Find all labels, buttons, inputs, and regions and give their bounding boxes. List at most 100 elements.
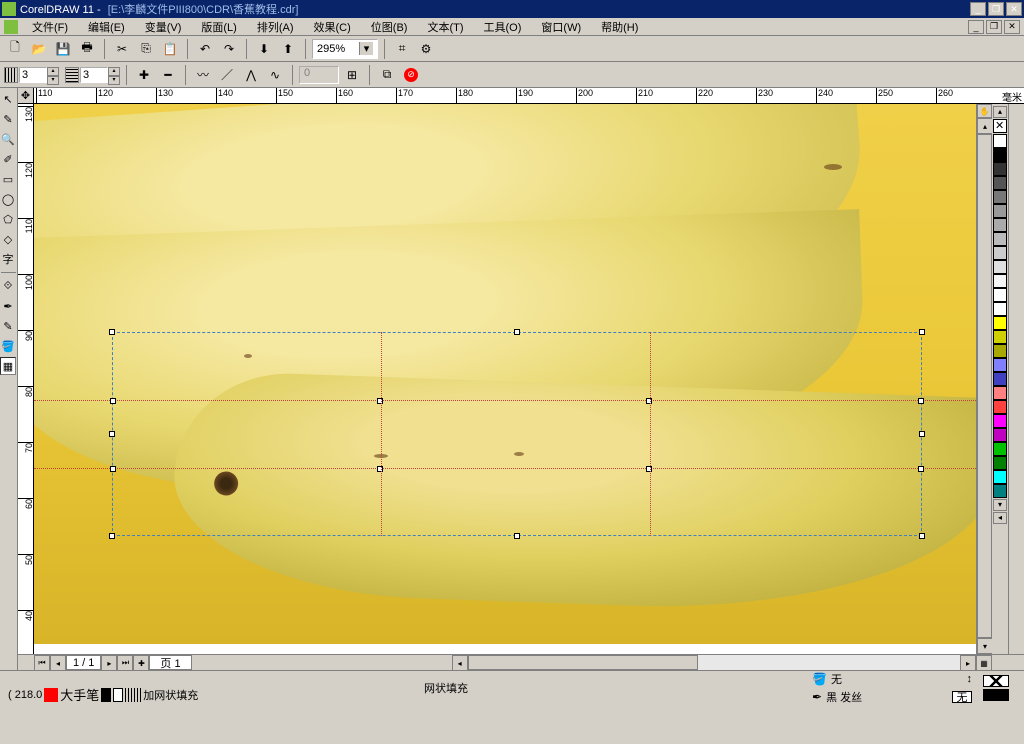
fill-swatch-none[interactable] (983, 675, 1009, 687)
swatch[interactable] (993, 344, 1007, 358)
scrollbar-vertical[interactable]: ✋ ▴ ▾ (976, 104, 992, 654)
doc-minimize-button[interactable]: _ (968, 20, 984, 34)
mesh-line[interactable] (381, 332, 382, 536)
line-button[interactable]: ／ (216, 64, 238, 86)
page-last-button[interactable]: ⏭ (117, 655, 133, 671)
mesh-line[interactable] (34, 400, 976, 401)
swatch[interactable] (993, 414, 1007, 428)
mesh-node[interactable] (646, 466, 652, 472)
mesh-node[interactable] (918, 398, 924, 404)
swatch[interactable] (993, 274, 1007, 288)
mesh-node[interactable] (918, 466, 924, 472)
swatch[interactable] (993, 246, 1007, 260)
selection-bounding-box[interactable] (112, 332, 922, 536)
menu-bitmap[interactable]: 位图(B) (361, 19, 418, 35)
add-node-button[interactable]: ✚ (133, 64, 155, 86)
swatch[interactable] (993, 470, 1007, 484)
menu-text[interactable]: 文本(T) (417, 19, 473, 35)
swatch[interactable] (993, 190, 1007, 204)
swatch[interactable] (993, 442, 1007, 456)
pick-tool[interactable]: ↖ (0, 90, 16, 108)
save-button[interactable]: 💾 (52, 38, 74, 60)
menu-edit[interactable]: 编辑(E) (78, 19, 135, 35)
swatch[interactable] (993, 134, 1007, 148)
grid-rows-spinbox[interactable]: ▴▾ (65, 67, 120, 83)
scroll-down-button[interactable]: ▾ (977, 638, 993, 654)
close-button[interactable]: ✕ (1006, 2, 1022, 16)
zoom-combobox[interactable]: 295%▾ (312, 39, 378, 59)
palette-down-button[interactable]: ▾ (993, 499, 1007, 511)
page-first-button[interactable]: ⏮ (34, 655, 50, 671)
ruler-origin[interactable]: ✥ (18, 88, 34, 103)
swatch[interactable] (993, 316, 1007, 330)
page-next-button[interactable]: ▸ (101, 655, 117, 671)
eyedropper-tool[interactable]: ✒ (0, 297, 16, 315)
menu-var[interactable]: 变量(V) (135, 19, 192, 35)
swatch[interactable] (993, 484, 1007, 498)
import-button[interactable]: ⬇ (253, 38, 275, 60)
menu-effect[interactable]: 效果(C) (304, 19, 361, 35)
cusp-button[interactable]: ⋀ (240, 64, 262, 86)
swatch[interactable] (993, 456, 1007, 470)
basic-shapes-tool[interactable]: ◇ (0, 230, 16, 248)
cut-button[interactable]: ✂ (111, 38, 133, 60)
swatch[interactable] (993, 330, 1007, 344)
paste-button[interactable]: 📋 (159, 38, 181, 60)
selection-handle[interactable] (514, 329, 520, 335)
apply-button[interactable]: ⊞ (341, 64, 363, 86)
export-button[interactable]: ⬆ (277, 38, 299, 60)
mesh-line[interactable] (650, 332, 651, 536)
scrollbar-horizontal[interactable] (468, 655, 960, 670)
print-button[interactable]: 🖶 (76, 38, 98, 60)
swatch[interactable] (993, 302, 1007, 316)
palette-flyout-button[interactable]: ◂ (993, 512, 1007, 524)
open-button[interactable]: 📂 (28, 38, 50, 60)
swatch-none[interactable] (993, 119, 1007, 133)
menu-window[interactable]: 窗口(W) (531, 19, 591, 35)
swatch[interactable] (993, 232, 1007, 246)
selection-handle[interactable] (919, 329, 925, 335)
mesh-node[interactable] (110, 466, 116, 472)
swatch[interactable] (993, 260, 1007, 274)
copy-button[interactable]: ⎘ (135, 38, 157, 60)
mesh-fill-tool[interactable]: ▦ (0, 357, 16, 375)
mesh-node[interactable] (110, 398, 116, 404)
menu-help[interactable]: 帮助(H) (591, 19, 648, 35)
ellipse-tool[interactable]: ◯ (0, 190, 16, 208)
new-button[interactable]: 🗋 (4, 38, 26, 60)
ruler-vertical[interactable]: 130120110100908070605040 (18, 104, 34, 654)
undo-button[interactable]: ↶ (194, 38, 216, 60)
minimize-button[interactable]: _ (970, 2, 986, 16)
fill-tool[interactable]: 🪣 (0, 337, 16, 355)
outline-tool[interactable]: ✎ (0, 317, 16, 335)
selection-handle[interactable] (919, 431, 925, 437)
selection-handle[interactable] (109, 533, 115, 539)
launch-button[interactable]: ⚙ (415, 38, 437, 60)
page-tab[interactable]: 页 1 (149, 655, 191, 670)
scroll-right-button[interactable]: ▸ (960, 655, 976, 671)
zoom-tool[interactable]: 🔍 (0, 130, 16, 148)
blend-tool[interactable]: ⟐ (0, 277, 16, 295)
swatch[interactable] (993, 372, 1007, 386)
delete-node-button[interactable]: ━ (157, 64, 179, 86)
freehand-tool[interactable]: ✐ (0, 150, 16, 168)
mesh-node[interactable] (646, 398, 652, 404)
clear-mesh-button[interactable]: ⊘ (400, 64, 422, 86)
polygon-tool[interactable]: ⬠ (0, 210, 16, 228)
shape-tool[interactable]: ✎ (0, 110, 16, 128)
ruler-horizontal[interactable]: ✥ 11012013014015016017018019020021022023… (18, 88, 1024, 104)
swatch[interactable] (993, 428, 1007, 442)
mesh-line[interactable] (34, 468, 976, 469)
canvas[interactable] (34, 104, 976, 654)
selection-handle[interactable] (514, 533, 520, 539)
hand-up-icon[interactable]: ✋ (977, 104, 992, 118)
swatch[interactable] (993, 176, 1007, 190)
mesh-node[interactable] (377, 466, 383, 472)
doc-close-button[interactable]: ✕ (1004, 20, 1020, 34)
docker-panel[interactable] (1008, 104, 1024, 654)
rectangle-tool[interactable]: ▭ (0, 170, 16, 188)
swatch[interactable] (993, 386, 1007, 400)
selection-handle[interactable] (109, 431, 115, 437)
swatch[interactable] (993, 218, 1007, 232)
mesh-node[interactable] (377, 398, 383, 404)
